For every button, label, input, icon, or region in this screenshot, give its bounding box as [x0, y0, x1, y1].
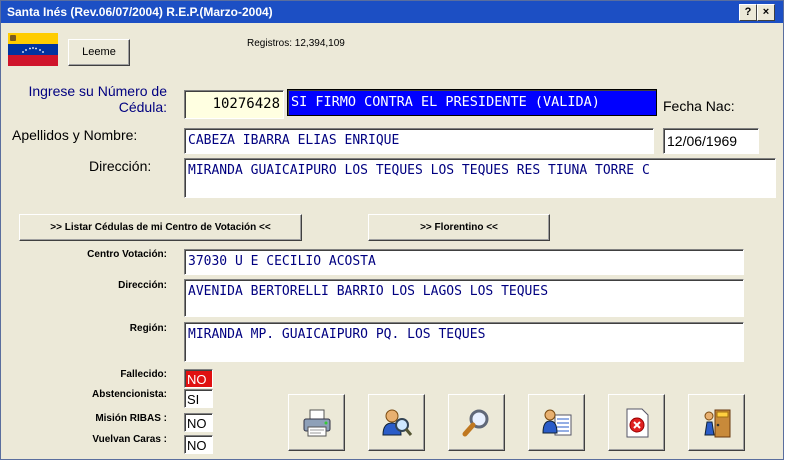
fecha-nac-field[interactable]: 12/06/1969: [663, 128, 759, 154]
region-field[interactable]: MIRANDA MP. GUAICAIPURO PQ. LOS TEQUES: [184, 322, 744, 362]
help-button[interactable]: ?: [739, 4, 757, 21]
cedula-input[interactable]: 10276428: [184, 90, 284, 119]
status-banner: SI FIRMO CONTRA EL PRESIDENTE (VALIDA): [287, 89, 657, 116]
ribas-label: Misión RIBAS :: [95, 413, 167, 424]
nombre-field[interactable]: CABEZA IBARRA ELIAS ENRIQUE: [184, 128, 654, 154]
print-button[interactable]: [288, 394, 345, 451]
vuelvan-caras-value: NO: [184, 435, 213, 454]
centro-direccion-label: Dirección:: [118, 280, 167, 291]
printer-icon: [303, 409, 331, 437]
user-list-button[interactable]: [528, 394, 585, 451]
florentino-button[interactable]: >> Florentino <<: [368, 214, 550, 241]
venezuela-flag-icon: [8, 33, 58, 66]
magnifier-icon: [462, 409, 489, 437]
centro-field[interactable]: 37030 U E CECILIO ACOSTA: [184, 249, 744, 275]
direccion-field[interactable]: MIRANDA GUAICAIPURO LOS TEQUES LOS TEQUE…: [184, 158, 776, 198]
window-title: Santa Inés (Rev.06/07/2004) R.E.P.(Marzo…: [7, 5, 273, 19]
listar-cedulas-button[interactable]: >> Listar Cédulas de mi Centro de Votaci…: [19, 214, 302, 241]
abstencionista-value: SI: [184, 389, 213, 408]
abstencionista-label: Abstencionista:: [91, 389, 167, 400]
cedula-label: Ingrese su Número de Cédula:: [28, 83, 167, 115]
vuelvan-caras-label: Vuelvan Caras :: [92, 434, 167, 445]
registros-count: Registros: 12,394,109: [247, 38, 345, 49]
fallecido-value: NO: [184, 369, 213, 388]
search-person-button[interactable]: [368, 394, 425, 451]
fallecido-label: Fallecido:: [120, 369, 167, 380]
exit-button[interactable]: [688, 394, 745, 451]
delete-button[interactable]: [608, 394, 665, 451]
fecha-nac-label: Fecha Nac:: [663, 98, 735, 114]
nombre-label: Apellidos y Nombre:: [12, 127, 138, 143]
ribas-value: NO: [184, 413, 213, 432]
title-bar: Santa Inés (Rev.06/07/2004) R.E.P.(Marzo…: [1, 1, 783, 23]
exit-door-icon: [704, 409, 731, 438]
region-label: Región:: [129, 323, 167, 334]
search-button[interactable]: [448, 394, 505, 451]
centro-label: Centro Votación:: [87, 249, 167, 260]
direccion-label: Dirección:: [89, 158, 152, 174]
user-list-icon: [542, 409, 572, 436]
close-button[interactable]: ×: [757, 4, 775, 21]
leeme-button[interactable]: Leeme: [68, 39, 130, 66]
user-search-icon: [382, 409, 413, 436]
centro-direccion-field[interactable]: AVENIDA BERTORELLI BARRIO LOS LAGOS LOS …: [184, 279, 744, 317]
main-window: Santa Inés (Rev.06/07/2004) R.E.P.(Marzo…: [0, 0, 784, 460]
delete-document-icon: [626, 408, 649, 438]
